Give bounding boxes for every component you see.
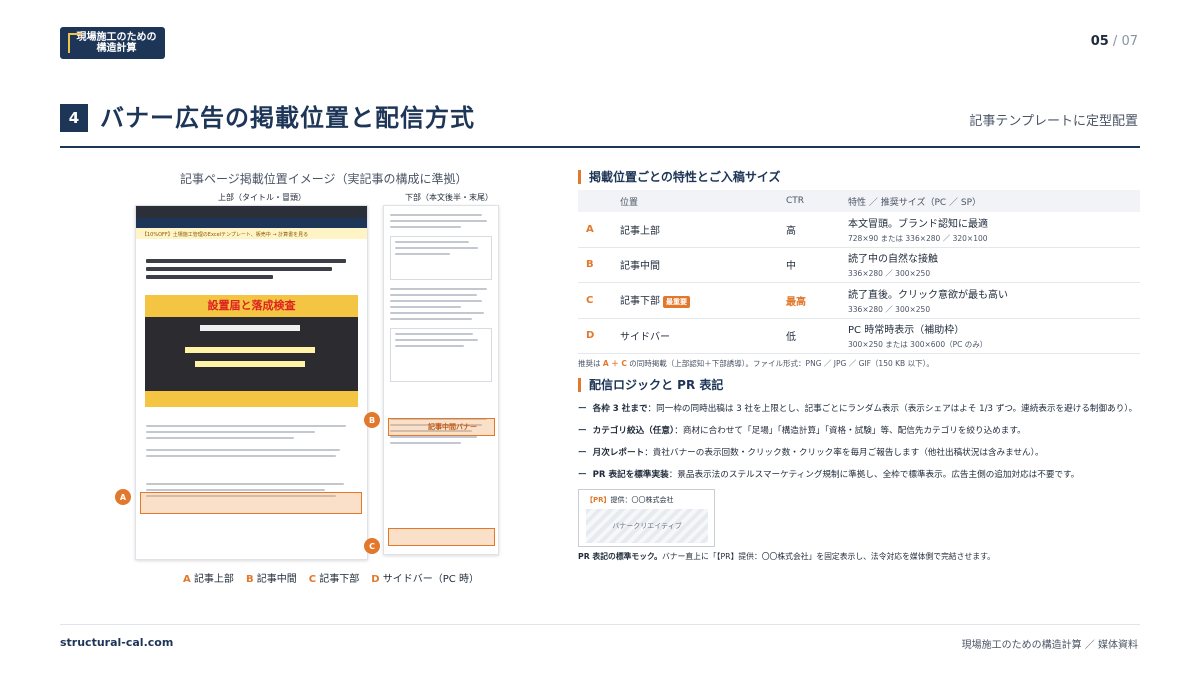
footer-divider (60, 624, 1140, 625)
header-note: 記事テンプレートに定型配置 (969, 114, 1138, 129)
list-item: ー PR 表記を標準実装：景品表示法のステルスマーケティング規制に準拠し、全枠で標… (578, 470, 1080, 480)
placement-note: 推奨は A ＋ C の同時掲載（上部認知＋下部誘導）。ファイル形式：PNG ／ … (578, 359, 934, 368)
label-bottom: 下部（本文後半・末尾） (405, 193, 493, 202)
table-header-id (578, 190, 612, 212)
table-row: B 記事中間 中 読了中の自然な接触 336×280 ／ 300×250 (578, 247, 1140, 283)
mock-hero-title: 設置届と落成検査 (207, 299, 296, 312)
mock-quote-box (390, 236, 492, 280)
mock-nav-bar (136, 206, 367, 218)
mock-quote-box (390, 328, 492, 382)
list-item: ー各枠 3 社まで：同一枠の同時出稿は 3 社を上限とし、記事ごとにランダム表示… (578, 404, 1138, 414)
list-item: ー月次レポート：貴社バナーの表示回数・クリック数・クリック率を毎月ご報告します（… (578, 448, 1044, 458)
mock-hero-image: 設置届と落成検査 (145, 295, 358, 407)
article-page-bottom-mock (383, 205, 499, 555)
page-indicator: 05 / 07 (1091, 34, 1138, 49)
placement-table: 位置 CTR 特性 ／ 推奨サイズ（PC ／ SP） A 記事上部 高 本文冒頭… (578, 190, 1140, 354)
banner-slot-b-text: 記事中間バナー (428, 423, 477, 431)
page-title: バナー広告の掲載位置と配信方式 (100, 104, 475, 132)
table-header-spec: 特性 ／ 推奨サイズ（PC ／ SP） (840, 190, 1140, 212)
page-current: 05 (1090, 34, 1109, 49)
mock-sub-bar (136, 218, 367, 228)
legend-item: A 記事上部 (183, 574, 234, 585)
mockup-caption: 記事ページ掲載位置イメージ（実記事の構成に準拠） (180, 172, 468, 186)
site-logo: 現場施工のための 構造計算 (60, 27, 165, 59)
mockup-legend: A 記事上部 B 記事中間 C 記事下部 D サイドバー（PC 時） (183, 570, 479, 585)
crane-icon (68, 33, 82, 53)
banner-creative-placeholder: バナークリエイティブ (586, 509, 708, 543)
section-title-placement: 掲載位置ごとの特性とご入稿サイズ (578, 170, 781, 184)
table-row: C 記事下部 最重要 最高 読了直後。クリック意欲が最も高い 336×280 ／ 3… (578, 282, 1140, 319)
marker-c: C (364, 538, 380, 554)
section-title-logic: 配信ロジックと PR 表記 (578, 378, 723, 392)
list-item: ーカテゴリ絞込（任意）：商材に合わせて「足場」「構造計算」「資格・試験」等、配信… (578, 426, 1026, 436)
banner-slot-a (140, 492, 362, 514)
footer-site: structural-cal.com (60, 636, 174, 649)
mock-promo-bar: 【10%OFF】土場施工管理のExcelテンプレート、販売中 → 計算書を見る (136, 228, 367, 239)
table-header-ctr: CTR (778, 190, 840, 212)
page-total: 07 (1121, 34, 1138, 49)
label-top: 上部（タイトル・冒頭） (218, 193, 306, 202)
legend-item: C 記事下部 (308, 574, 360, 585)
footer-note: 現場施工のための構造計算 ／ 媒体資料 (961, 640, 1138, 651)
table-row: D サイドバー 低 PC 時常時表示（補助枠） 300×250 または 300×6… (578, 318, 1140, 354)
table-header-position: 位置 (612, 190, 778, 212)
marker-a: A (115, 489, 131, 505)
table-row: A 記事上部 高 本文冒頭。ブランド認知に最適 728×90 または 336×28… (578, 212, 1140, 248)
marker-b: B (364, 412, 380, 428)
legend-item: D サイドバー（PC 時） (371, 574, 479, 585)
pr-mock-caption: PR 表記の標準モック。バナー直上に「【PR】提供：〇〇株式会社」を固定表示し、… (578, 552, 995, 561)
page-separator: / (1108, 34, 1122, 49)
mock-article-title (146, 259, 357, 283)
mock-article-body (146, 425, 357, 497)
logic-list: ー各枠 3 社まで：同一枠の同時出稿は 3 社を上限とし、記事ごとにランダム表示… (578, 402, 1138, 490)
pr-label-mock: 【PR】提供：〇〇株式会社 バナークリエイティブ (578, 489, 715, 547)
legend-item: B 記事中間 (245, 574, 297, 585)
banner-slot-c (388, 528, 495, 546)
section-number: 4 (60, 104, 88, 132)
pr-label: 【PR】提供：〇〇株式会社 (586, 496, 674, 504)
priority-badge: 最重要 (663, 296, 690, 308)
header-divider (60, 146, 1140, 148)
